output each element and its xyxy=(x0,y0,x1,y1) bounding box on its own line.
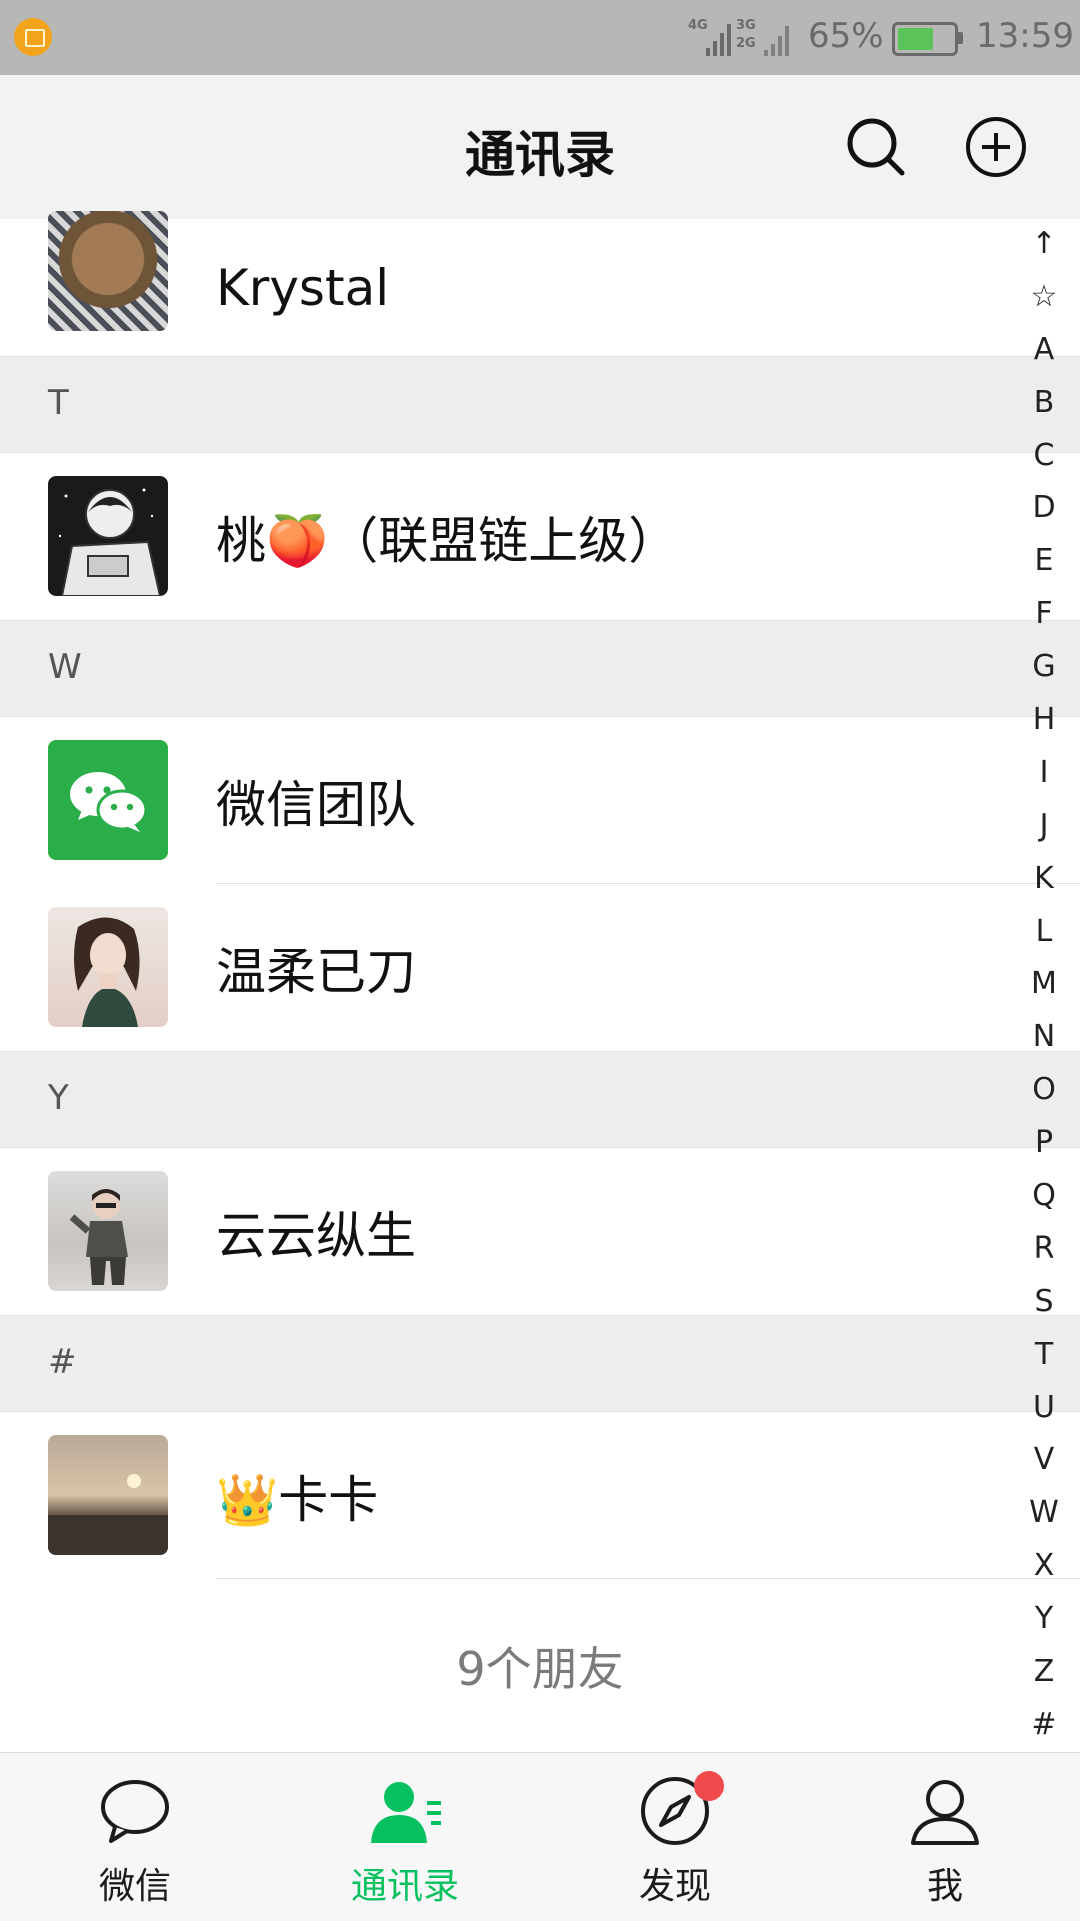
avatar xyxy=(48,1435,168,1555)
contact-row-wenrou[interactable]: 温柔已刀 xyxy=(0,884,1080,1051)
alpha-index-letter[interactable]: I xyxy=(1016,747,1072,800)
alpha-index-letter[interactable]: C xyxy=(1016,430,1072,483)
section-header-y: Y xyxy=(0,1051,1080,1148)
clock: 13:59 xyxy=(976,16,1074,56)
signal-3g-icon: 3G 2G xyxy=(736,18,789,56)
page-title: 通讯录 xyxy=(465,126,615,184)
notification-app-icon xyxy=(14,18,52,56)
signal-4g-icon: 4G xyxy=(688,18,734,56)
alpha-index-letter[interactable]: O xyxy=(1016,1064,1072,1117)
alpha-index-letter[interactable]: V xyxy=(1016,1434,1072,1487)
person-icon xyxy=(911,1780,979,1845)
friend-count: 9个朋友 xyxy=(0,1579,1080,1749)
alpha-index-letter[interactable]: E xyxy=(1016,535,1072,588)
tab-label: 我 xyxy=(926,1866,963,1907)
section-letter: Y xyxy=(48,1078,69,1118)
contact-row-krystal[interactable]: Krystal xyxy=(0,211,1080,356)
notification-dot xyxy=(694,1771,724,1801)
alpha-index-letter[interactable]: G xyxy=(1016,641,1072,694)
section-letter: W xyxy=(48,647,82,687)
contact-name: 👑卡卡 xyxy=(216,1470,379,1529)
avatar xyxy=(48,211,168,331)
section-header-w: W xyxy=(0,620,1080,717)
search-button[interactable] xyxy=(840,111,912,183)
alpha-index-letter[interactable]: W xyxy=(1016,1487,1072,1540)
alpha-index-letter[interactable]: N xyxy=(1016,1011,1072,1064)
alpha-index-letter[interactable]: H xyxy=(1016,694,1072,747)
alpha-index-letter[interactable]: ↑ xyxy=(1016,218,1072,271)
add-button[interactable] xyxy=(960,111,1032,183)
alpha-index-letter[interactable]: K xyxy=(1016,853,1072,906)
contact-name: 桃🍑（联盟链上级） xyxy=(216,511,679,570)
section-letter: T xyxy=(48,383,69,423)
bottom-nav: 微信 通讯录 发现 我 xyxy=(0,1752,1080,1921)
contact-row-wechat-team[interactable]: 微信团队 xyxy=(0,717,1080,884)
alpha-index-letter[interactable]: A xyxy=(1016,324,1072,377)
alpha-index-letter[interactable]: T xyxy=(1016,1329,1072,1382)
contact-row-yunyun[interactable]: 云云纵生 xyxy=(0,1148,1080,1315)
contact-name: 温柔已刀 xyxy=(216,942,416,1001)
alpha-index-letter[interactable]: J xyxy=(1016,800,1072,853)
contact-name: 微信团队 xyxy=(216,775,416,834)
tab-label: 发现 xyxy=(638,1866,711,1907)
battery-fill xyxy=(898,28,934,50)
battery-icon xyxy=(892,22,963,56)
tab-label: 微信 xyxy=(98,1866,171,1907)
tab-chats[interactable]: 微信 xyxy=(0,1753,270,1921)
section-header-hash: # xyxy=(0,1315,1080,1412)
alpha-index-letter[interactable]: L xyxy=(1016,906,1072,959)
contact-list: Krystal T 桃🍑（联盟链上级） W 微信团队 温柔已刀 Y 云云纵生 #… xyxy=(0,211,1080,1749)
contacts-icon xyxy=(371,1782,441,1843)
avatar xyxy=(48,907,168,1027)
contact-row-kaka[interactable]: 👑卡卡 xyxy=(0,1412,1080,1579)
search-icon xyxy=(847,118,905,176)
alpha-index-letter[interactable]: X xyxy=(1016,1540,1072,1593)
chat-bubble-icon xyxy=(101,1780,169,1843)
avatar xyxy=(48,1171,168,1291)
title-bar: 通讯录 xyxy=(0,75,1080,219)
alpha-index-letter[interactable]: S xyxy=(1016,1276,1072,1329)
alpha-index-letter[interactable]: R xyxy=(1016,1223,1072,1276)
alpha-index-letter[interactable]: # xyxy=(1016,1699,1072,1752)
alpha-index-letter[interactable]: Y xyxy=(1016,1593,1072,1646)
section-letter: # xyxy=(48,1342,77,1382)
contact-name: 云云纵生 xyxy=(216,1206,416,1265)
contact-row-tao[interactable]: 桃🍑（联盟链上级） xyxy=(0,453,1080,620)
avatar xyxy=(48,476,168,596)
avatar xyxy=(48,740,168,860)
alpha-index-letter[interactable]: ☆ xyxy=(1016,271,1072,324)
tab-contacts[interactable]: 通讯录 xyxy=(270,1753,540,1921)
alpha-index-letter[interactable]: Q xyxy=(1016,1170,1072,1223)
tab-label: 通讯录 xyxy=(350,1866,459,1907)
alpha-index-letter[interactable]: U xyxy=(1016,1382,1072,1435)
alpha-index-letter[interactable]: P xyxy=(1016,1117,1072,1170)
section-header-t: T xyxy=(0,356,1080,453)
tab-discover[interactable]: 发现 xyxy=(540,1753,810,1921)
tab-me[interactable]: 我 xyxy=(810,1753,1080,1921)
battery-percent: 65% xyxy=(808,16,884,56)
status-bar: 4G 3G 2G 65% 13:59 xyxy=(0,0,1080,75)
plus-circle-icon xyxy=(966,117,1026,177)
alpha-index-letter[interactable]: D xyxy=(1016,482,1072,535)
friend-count-label: 9个朋友 xyxy=(456,1642,624,1696)
contact-name: Krystal xyxy=(216,258,390,317)
alpha-index-letter[interactable]: B xyxy=(1016,377,1072,430)
wechat-logo-icon xyxy=(70,772,148,832)
alpha-index-letter[interactable]: M xyxy=(1016,958,1072,1011)
alpha-index-letter[interactable]: Z xyxy=(1016,1646,1072,1699)
alphabet-index[interactable]: ↑ ☆ A B C D E F G H I J K L M N O P Q R S T U V W X Y Z # xyxy=(1016,218,1072,1752)
alpha-index-letter[interactable]: F xyxy=(1016,588,1072,641)
